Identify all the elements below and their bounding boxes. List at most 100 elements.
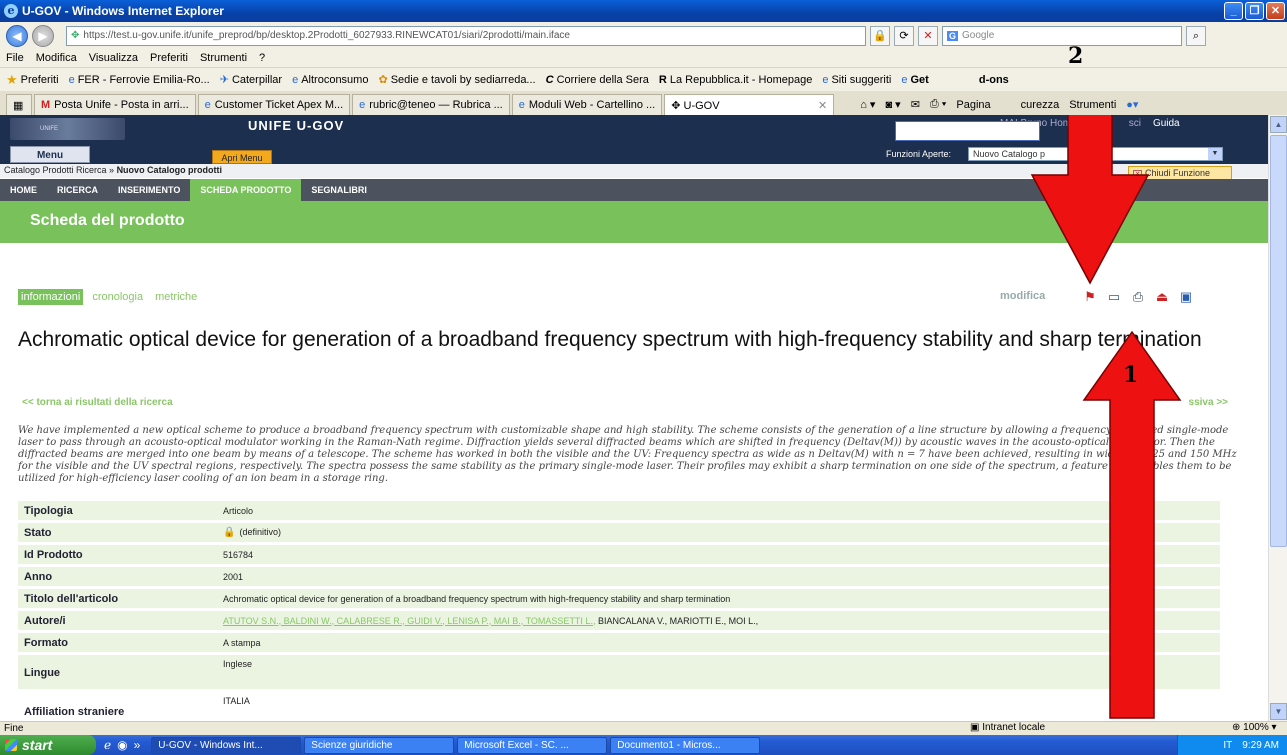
ie-page-icon: e bbox=[901, 73, 908, 86]
fav-label: Corriere della Sera bbox=[556, 73, 649, 86]
nav-ricerca[interactable]: RICERCA bbox=[47, 179, 108, 201]
scroll-thumb[interactable] bbox=[1270, 135, 1287, 547]
refresh-icon[interactable]: ⟳ bbox=[894, 25, 914, 46]
tab-ugov[interactable]: ✥ U-GOV ✕ bbox=[664, 94, 835, 115]
ie-quicklaunch-icon[interactable]: ℯ bbox=[104, 738, 111, 752]
apri-menu-button[interactable]: Apri Menu bbox=[212, 150, 272, 164]
nav-inserimento[interactable]: INSERIMENTO bbox=[108, 179, 190, 201]
maximize-button[interactable]: ❐ bbox=[1245, 2, 1264, 20]
firefox-quicklaunch-icon[interactable]: ◉ bbox=[117, 738, 127, 752]
subtab-cronologia[interactable]: cronologia bbox=[89, 289, 146, 305]
row-key: Anno bbox=[24, 570, 53, 583]
help-icon[interactable]: ●▾ bbox=[1126, 98, 1138, 111]
tab-posta-unife[interactable]: M Posta Unife - Posta in arri... bbox=[34, 94, 196, 115]
status-bar: Fine ▣ Intranet locale ⊕ 100% ▾ bbox=[0, 721, 1287, 735]
fav-label: FER - Ferrovie Emilia-Ro... bbox=[77, 73, 210, 86]
safety-menu[interactable]: curezza bbox=[1021, 99, 1060, 111]
annotation-arrow-2 bbox=[1030, 115, 1150, 285]
scroll-down-icon[interactable]: ▼ bbox=[1270, 703, 1287, 720]
tab-label: Customer Ticket Apex M... bbox=[214, 99, 344, 111]
section-title: Scheda del prodotto bbox=[30, 212, 185, 229]
overflow-icon[interactable]: » bbox=[134, 738, 141, 752]
product-title: Achromatic optical device for generation… bbox=[18, 328, 1202, 351]
product-subtabs: informazioni cronologia metriche bbox=[18, 289, 200, 305]
fav-item[interactable]: e Get bbox=[901, 74, 928, 86]
vertical-scrollbar[interactable]: ▲ ▼ bbox=[1268, 115, 1287, 721]
fav-item[interactable]: ✈ Caterpillar bbox=[220, 73, 282, 87]
guida-link[interactable]: Guida bbox=[1153, 118, 1180, 129]
quick-launch: ℯ ◉ » bbox=[96, 738, 148, 752]
scroll-up-icon[interactable]: ▲ bbox=[1270, 116, 1287, 133]
quick-tabs-icon[interactable]: ▦ bbox=[6, 94, 32, 115]
modifica-link[interactable]: modifica bbox=[1000, 290, 1045, 302]
subtab-informazioni[interactable]: informazioni bbox=[18, 289, 84, 305]
internal-authors-link[interactable]: ATUTOV S.N., BALDINI W., CALABRESE R., G… bbox=[223, 616, 595, 626]
search-icon[interactable]: ⌕ bbox=[1186, 25, 1206, 46]
nav-scheda-prodotto[interactable]: SCHEDA PRODOTTO bbox=[190, 179, 302, 201]
favorites-button[interactable]: ★ Preferiti bbox=[6, 72, 59, 88]
product-abstract: We have implemented a new optical scheme… bbox=[18, 425, 1237, 484]
fav-item[interactable]: e Altroconsumo bbox=[292, 74, 368, 86]
tab-close-icon[interactable]: ✕ bbox=[818, 99, 827, 112]
star-icon: ★ bbox=[6, 71, 18, 87]
nav-segnalibri[interactable]: SEGNALIBRI bbox=[301, 179, 377, 201]
fav-item[interactable]: ✿ Sedie e tavoli by sediarreda... bbox=[378, 73, 535, 87]
book-icon[interactable]: ▭ bbox=[1106, 289, 1122, 305]
stop-icon[interactable]: ✕ bbox=[918, 25, 938, 46]
forward-button[interactable]: ▶ bbox=[32, 24, 54, 47]
start-button[interactable]: start bbox=[0, 735, 96, 755]
menu-visualizza[interactable]: Visualizza bbox=[89, 52, 138, 64]
breadcrumb-current: Nuovo Catalogo prodotti bbox=[116, 165, 223, 175]
row-value: Achromatic optical device for generation… bbox=[223, 593, 731, 604]
tab-customer-ticket[interactable]: e Customer Ticket Apex M... bbox=[197, 94, 351, 115]
taskbar-item-excel[interactable]: Microsoft Excel - SC. ... bbox=[457, 736, 608, 754]
tab-moduli-web[interactable]: e Moduli Web - Cartellino ... bbox=[511, 94, 663, 115]
back-to-results-link[interactable]: << torna ai risultati della ricerca bbox=[22, 397, 173, 408]
taskbar-item-ugov[interactable]: U-GOV - Windows Int... bbox=[151, 736, 302, 754]
menu-preferiti[interactable]: Preferiti bbox=[150, 52, 188, 64]
print-icon[interactable]: ⎙ ▾ bbox=[930, 98, 946, 111]
page-icon: ✥ bbox=[71, 30, 80, 41]
next-result-link[interactable]: ssiva >> bbox=[1189, 397, 1228, 408]
tab-rubrica[interactable]: e rubric@teneo — Rubrica ... bbox=[352, 94, 510, 115]
chevron-down-icon: ▼ bbox=[1208, 148, 1222, 160]
menu-file[interactable]: File bbox=[6, 52, 24, 64]
home-icon[interactable]: ⌂ ▾ bbox=[860, 98, 875, 111]
word-icon[interactable]: ▣ bbox=[1178, 289, 1194, 305]
bookmark-icon[interactable]: ⚑ bbox=[1082, 289, 1098, 305]
tools-menu[interactable]: Strumenti bbox=[1069, 99, 1116, 111]
feeds-icon[interactable]: ◙ ▾ bbox=[885, 98, 900, 111]
subtab-metriche[interactable]: metriche bbox=[152, 289, 200, 305]
menu-modifica[interactable]: Modifica bbox=[36, 52, 77, 64]
address-bar[interactable]: ✥ https://test.u-gov.unife.it/unife_prep… bbox=[66, 25, 866, 46]
breadcrumb-parent[interactable]: Catalogo Prodotti Ricerca » bbox=[4, 165, 117, 175]
row-key: Id Prodotto bbox=[24, 548, 83, 561]
print-icon[interactable]: ⎙ bbox=[1130, 289, 1146, 305]
close-button[interactable]: ✕ bbox=[1266, 2, 1285, 20]
external-authors: BIANCALANA V., MARIOTTI E., MOI L., bbox=[595, 615, 759, 626]
pdf-icon[interactable]: ⏏ bbox=[1154, 289, 1170, 305]
lock-icon: 🔒 bbox=[223, 527, 236, 538]
lock-icon[interactable]: 🔒 bbox=[870, 25, 890, 46]
menu-help[interactable]: ? bbox=[259, 52, 265, 64]
redaction-box bbox=[895, 121, 1040, 141]
page-menu[interactable]: Pagina bbox=[956, 99, 990, 111]
menu-button[interactable]: Menu bbox=[10, 146, 90, 163]
language-indicator[interactable]: IT bbox=[1223, 740, 1232, 751]
fav-item[interactable]: C Corriere della Sera bbox=[546, 74, 649, 86]
zoom-level[interactable]: ⊕ 100% ▾ bbox=[1232, 722, 1277, 733]
minimize-button[interactable]: _ bbox=[1224, 2, 1243, 20]
fav-item[interactable]: e Siti suggeriti bbox=[822, 74, 891, 86]
ie-page-icon: e bbox=[292, 73, 299, 86]
menu-strumenti[interactable]: Strumenti bbox=[200, 52, 247, 64]
search-input[interactable]: G Google bbox=[942, 25, 1182, 46]
mail-icon[interactable]: ✉ bbox=[911, 98, 920, 111]
taskbar-item-word[interactable]: Documento1 - Micros... bbox=[610, 736, 761, 754]
fav-item[interactable]: R La Repubblica.it - Homepage bbox=[659, 74, 812, 86]
fav-item[interactable]: e FER - Ferrovie Emilia-Ro... bbox=[69, 74, 210, 86]
taskbar-item-folder[interactable]: Scienze giuridiche bbox=[304, 736, 455, 754]
nav-home[interactable]: HOME bbox=[0, 179, 47, 201]
back-button[interactable]: ◀ bbox=[6, 24, 28, 47]
ie-window: e U-GOV - Windows Internet Explorer _ ❐ … bbox=[0, 0, 1287, 755]
fav-item[interactable]: d-ons bbox=[979, 74, 1009, 86]
